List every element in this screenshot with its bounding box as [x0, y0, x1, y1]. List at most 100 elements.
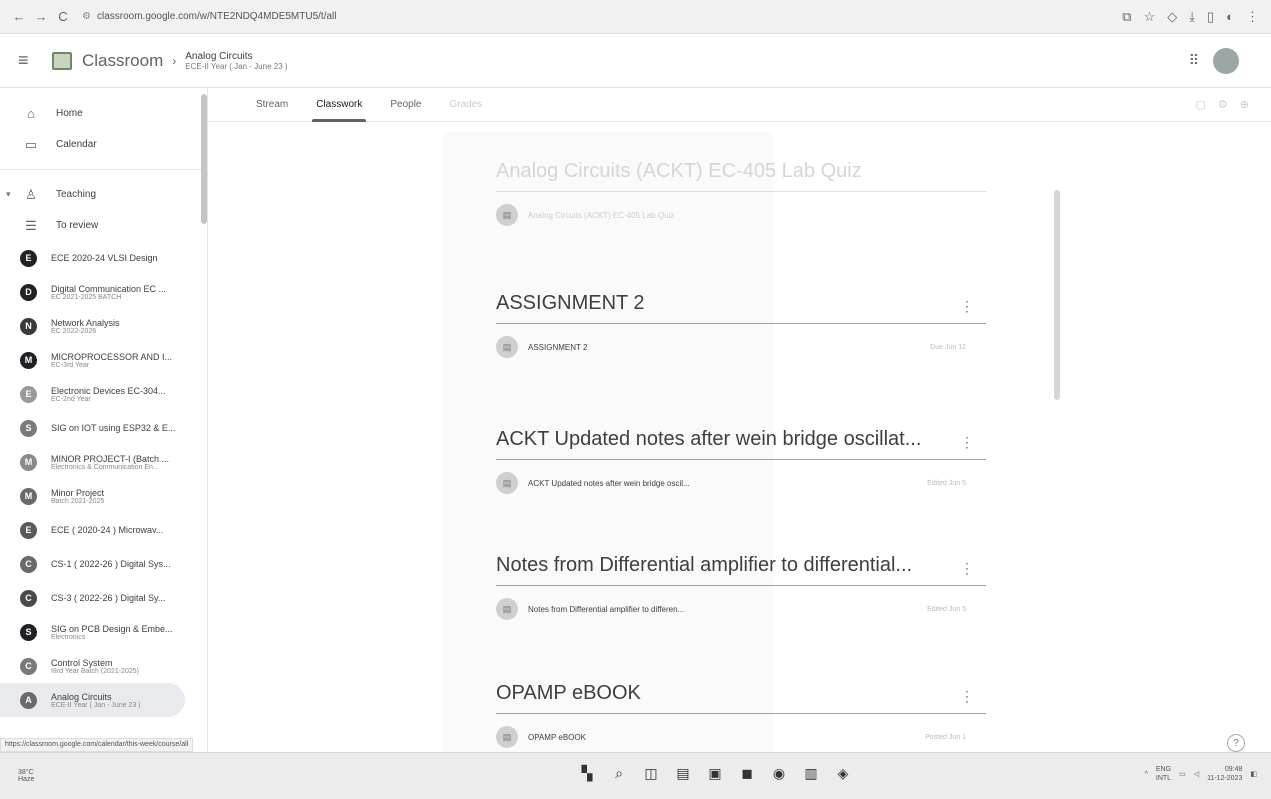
volume-icon[interactable]: ◁ [1194, 770, 1199, 778]
sidebar-item-to-review[interactable]: ☰ To review [0, 210, 207, 241]
material-icon: ▤ [496, 472, 518, 494]
taskbar-apps: ▚ ⌕ ◫ ▤ ▣ ◼ ◉ ▥ ◈ [578, 765, 852, 782]
help-icon[interactable]: ? [1227, 734, 1245, 752]
search-icon[interactable]: ⌕ [610, 765, 628, 782]
settings-gear-icon[interactable]: ⚙ [1218, 98, 1228, 111]
extensions-icon[interactable]: ◇ [1167, 9, 1177, 25]
topic-more-icon[interactable]: ⋮ [960, 298, 974, 315]
mail-icon[interactable]: ▥ [802, 765, 820, 782]
course-title: SIG on IOT using ESP32 & E... [51, 423, 176, 433]
file-explorer-icon[interactable]: ▣ [706, 765, 724, 782]
sidebar-item-label: To review [56, 220, 99, 231]
material-item[interactable]: ▤ Analog Circuits (ACKT) EC-405 Lab Quiz [496, 200, 986, 230]
topic-title[interactable]: ASSIGNMENT 2 [496, 292, 941, 315]
add-icon[interactable]: ⊕ [1240, 98, 1249, 111]
sidebar-course-item[interactable]: D Digital Communication EC ... EC 2021-202… [0, 275, 207, 309]
sidepanel-icon[interactable]: ▯ [1207, 9, 1214, 25]
sidebar-course-item[interactable]: M Minor Project Batch 2021-2025 [0, 479, 207, 513]
sidebar-course-item[interactable]: A Analog Circuits ECE-II Year ( Jan - June… [0, 683, 185, 717]
sidebar-course-item[interactable]: S SIG on IOT using ESP32 & E... [0, 411, 207, 445]
sidebar-course-item[interactable]: S SIG on PCB Design & Embe... Electronics [0, 615, 207, 649]
weather-temp: 38°C [18, 769, 34, 776]
tab-stream[interactable]: Stream [242, 88, 302, 122]
sidebar-item-teaching[interactable]: ▾ ♙ Teaching [0, 179, 207, 210]
sidebar-course-item[interactable]: C CS-1 ( 2022-26 ) Digital Sys... [0, 547, 207, 581]
weather-widget[interactable]: 38°C Haze [0, 769, 140, 783]
calendar-view-icon[interactable]: ▢ [1196, 98, 1206, 111]
sidebar-item-calendar[interactable]: ▭ Calendar [0, 129, 207, 160]
app-icon[interactable]: ◼ [738, 765, 756, 782]
tab-grades[interactable]: Grades [436, 88, 497, 122]
start-icon[interactable]: ▚ [578, 765, 596, 782]
material-date: Posted Jun 1 [925, 733, 966, 741]
sidebar-course-item[interactable]: N Network Analysis EC 2022-2026 [0, 309, 207, 343]
content-scrollbar[interactable] [1054, 190, 1060, 400]
classroom-logo-icon[interactable] [52, 51, 72, 70]
calendar-icon: ▭ [24, 136, 38, 152]
tab-classwork[interactable]: Classwork [302, 88, 376, 122]
course-title: Network Analysis [51, 317, 120, 328]
sidebar-course-item[interactable]: E ECE 2020-24 VLSI Design [0, 241, 207, 275]
site-info-icon[interactable]: ⚙ [82, 11, 91, 22]
topic-divider [496, 323, 986, 324]
profile-icon[interactable]: ◐ [1226, 9, 1234, 25]
acrobat-icon[interactable]: ◈ [834, 765, 852, 782]
course-text: Electronic Devices EC-304... EC-2nd Year [51, 386, 166, 403]
course-title: CS-3 ( 2022-26 ) Digital Sy... [51, 593, 166, 603]
material-item[interactable]: ▤ Notes from Differential amplifier to di… [496, 594, 986, 624]
course-text: Network Analysis EC 2022-2026 [51, 318, 120, 335]
sidebar-course-item[interactable]: E Electronic Devices EC-304... EC-2nd Year [0, 377, 207, 411]
address-bar[interactable]: ⚙ classroom.google.com/w/NTE2NDQ4MDE5MTU… [82, 11, 336, 22]
material-icon: ▤ [496, 204, 518, 226]
network-icon[interactable]: ▭ [1179, 770, 1186, 778]
back-icon[interactable]: ← [8, 6, 30, 28]
lang-bottom: INTL [1155, 775, 1172, 782]
sidebar-course-item[interactable]: C CS-3 ( 2022-26 ) Digital Sy... [0, 581, 207, 615]
topic-title[interactable]: Analog Circuits (ACKT) EC-405 Lab Quiz [496, 160, 941, 183]
course-text: Analog Circuits ECE-II Year ( Jan - June … [51, 692, 141, 709]
sidebar-item-home[interactable]: ⌂ Home [0, 98, 207, 129]
topic-more-icon[interactable]: ⋮ [960, 434, 974, 451]
weather-desc: Haze [18, 776, 35, 783]
material-item[interactable]: ▤ ACKT Updated notes after wein bridge os… [496, 468, 986, 498]
app-title[interactable]: Classroom [82, 51, 163, 71]
forward-icon[interactable]: → [30, 6, 52, 28]
bookmark-star-icon[interactable]: ☆ [1144, 9, 1156, 25]
material-item[interactable]: ▤ ASSIGNMENT 2 Due Jun 12 [496, 332, 986, 362]
material-item[interactable]: ▤ OPAMP eBOOK Posted Jun 1 [496, 722, 986, 752]
breadcrumb-course[interactable]: Analog Circuits ECE-II Year ( Jan - June… [185, 51, 287, 71]
sidebar-course-item[interactable]: C Control System IIIrd Year Batch (2021-20… [0, 649, 207, 683]
topic-more-icon[interactable]: ⋮ [960, 560, 974, 577]
notification-icon[interactable]: ◧ [1250, 770, 1257, 778]
topic-more-icon[interactable]: ⋮ [960, 688, 974, 705]
topic-section: OPAMP eBOOK ⋮ ▤ OPAMP eBOOK Posted Jun 1 [496, 682, 986, 752]
material-title: ASSIGNMENT 2 [528, 342, 588, 352]
tray-overflow-icon[interactable]: ^ [1145, 771, 1148, 778]
reload-icon[interactable]: C [52, 6, 74, 28]
google-apps-icon[interactable]: ⠿ [1189, 52, 1199, 69]
expand-caret-icon[interactable]: ▾ [6, 189, 11, 200]
browser-menu-icon[interactable]: ⋮ [1246, 9, 1259, 25]
material-icon: ▤ [496, 726, 518, 748]
hamburger-menu-icon[interactable]: ≡ [18, 50, 46, 71]
language-indicator[interactable]: ENG INTL [1156, 765, 1171, 783]
topic-title[interactable]: OPAMP eBOOK [496, 682, 941, 705]
course-subtitle: EC-2nd Year [51, 395, 91, 403]
tab-people[interactable]: People [376, 88, 435, 122]
chrome-icon[interactable]: ◉ [770, 765, 788, 782]
material-date: Edited Jun 5 [927, 605, 966, 613]
sidebar-course-item[interactable]: E ECE ( 2020-24 ) Microwav... [0, 513, 207, 547]
sidebar-course-item[interactable]: M MICROPROCESSOR AND I... EC-3rd Year [0, 343, 207, 377]
clock[interactable]: 09:48 11-12-2023 [1207, 765, 1242, 783]
task-view-icon[interactable]: ◫ [642, 765, 660, 782]
download-icon[interactable]: ⤓ [1189, 9, 1195, 25]
course-text: CS-3 ( 2022-26 ) Digital Sy... [51, 593, 165, 603]
sidebar-scrollbar[interactable] [201, 94, 207, 224]
topic-title[interactable]: Notes from Differential amplifier to dif… [496, 554, 941, 577]
account-avatar[interactable] [1213, 47, 1239, 74]
sidebar-course-item[interactable]: M MINOR PROJECT-I (Batch ... Electronics &… [0, 445, 207, 479]
share-icon[interactable]: ⧉ [1122, 9, 1131, 25]
topic-divider [496, 459, 986, 460]
widgets-icon[interactable]: ▤ [674, 765, 692, 782]
topic-title[interactable]: ACKT Updated notes after wein bridge osc… [496, 428, 941, 451]
